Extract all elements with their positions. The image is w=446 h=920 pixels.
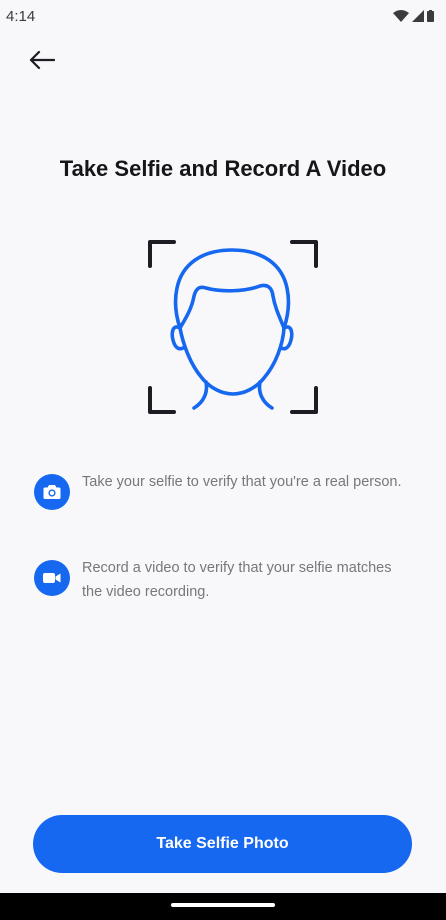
selfie-intro-screen: 4:14 Take Selfie and Record A Video Take… [0,0,446,920]
video-camera-icon [34,560,70,596]
signal-icon [412,10,424,22]
battery-icon [427,10,434,22]
info-item-selfie: Take your selfie to verify that you're a… [34,470,414,510]
system-nav-bar [0,893,446,920]
face-scan-illustration [140,232,326,422]
status-bar: 4:14 [0,0,446,36]
info-item-video: Record a video to verify that your selfi… [34,556,414,604]
page-title: Take Selfie and Record A Video [59,156,387,181]
wifi-icon [393,10,409,22]
camera-icon [34,474,70,510]
home-indicator[interactable] [171,903,275,907]
arrow-left-icon [29,50,56,75]
status-time: 4:14 [6,8,36,25]
info-item-text: Record a video to verify that your selfi… [82,560,392,600]
info-item-text: Take your selfie to verify that you're a… [82,474,402,490]
take-selfie-photo-button[interactable]: Take Selfie Photo [33,815,412,873]
status-icons [393,10,434,22]
back-button[interactable] [22,44,62,80]
